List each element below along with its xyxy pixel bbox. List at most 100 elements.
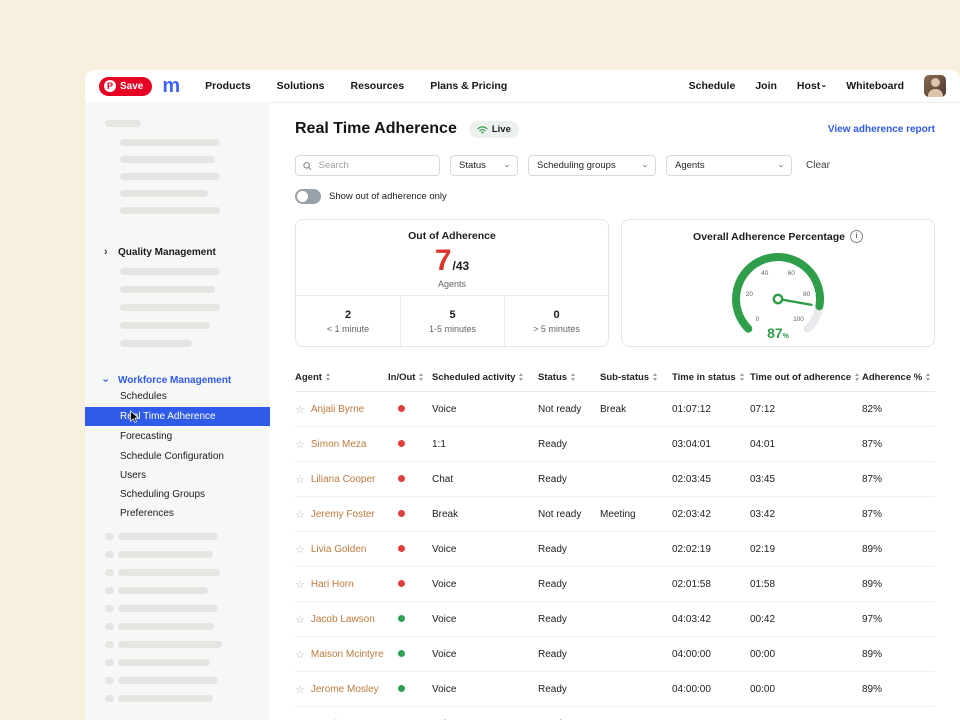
cell-time-in: 04:00:00 xyxy=(672,649,750,660)
column-header-label: Adherence % xyxy=(862,372,922,383)
out-of-adherence-unit: Agents xyxy=(296,279,608,289)
agent-name-link[interactable]: Livia Golden xyxy=(311,544,367,555)
cell-adherence: 87% xyxy=(862,509,935,520)
inout-status-dot xyxy=(398,615,405,622)
star-icon[interactable]: ☆ xyxy=(295,438,305,451)
inout-status-dot xyxy=(398,650,405,657)
cell-time-out: 07:12 xyxy=(750,404,862,415)
main-content: Real Time Adherence Live View adherence … xyxy=(270,102,960,720)
cell-adherence: 97% xyxy=(862,614,935,625)
star-icon[interactable]: ☆ xyxy=(295,473,305,486)
sidebar-item-schedule-configuration[interactable]: Schedule Configuration xyxy=(85,447,270,466)
out-of-adherence-count-row: 7 /43 xyxy=(296,246,608,276)
column-header-time-in-status[interactable]: Time in status xyxy=(672,372,750,383)
skeleton-bar xyxy=(105,623,114,630)
column-header-scheduled-activity[interactable]: Scheduled activity xyxy=(432,372,538,383)
table-row: ☆Jerome MosleyVoiceReady04:00:0000:0089% xyxy=(295,672,935,707)
toggle-knob xyxy=(297,191,308,202)
cell-agent: ☆ Maison Mcintyre xyxy=(295,648,388,661)
gauge-tick-label: 100 xyxy=(793,316,804,323)
cell-time-out: 00:00 xyxy=(750,684,862,695)
star-icon[interactable]: ☆ xyxy=(295,543,305,556)
skeleton-bar xyxy=(105,641,114,648)
agent-name-link[interactable]: Jacob Lawson xyxy=(311,614,375,625)
table-row: ☆Jacob LawsonVoiceReady04:03:4200:4297% xyxy=(295,602,935,637)
star-icon[interactable]: ☆ xyxy=(295,683,305,696)
nav-schedule[interactable]: Schedule xyxy=(689,80,736,92)
avatar[interactable] xyxy=(924,75,946,97)
search-input[interactable] xyxy=(317,159,432,172)
skeleton-bar xyxy=(105,605,114,612)
sidebar-section-label: Workforce Management xyxy=(118,375,231,386)
star-icon[interactable]: ☆ xyxy=(295,403,305,416)
sidebar-item-preferences[interactable]: Preferences xyxy=(85,504,270,523)
column-header-in-out[interactable]: In/Out xyxy=(388,372,432,383)
star-icon[interactable]: ☆ xyxy=(295,648,305,661)
nav-solutions[interactable]: Solutions xyxy=(277,80,325,92)
agent-name-link[interactable]: Jeremy Foster xyxy=(311,509,375,520)
agent-name-link[interactable]: Anjali Byrne xyxy=(311,404,364,415)
sidebar-item-real-time-adherence[interactable]: Real Time Adherence xyxy=(85,407,270,426)
status-select[interactable]: Status › xyxy=(450,155,518,176)
agent-name-link[interactable]: Simon Meza xyxy=(311,439,367,450)
cell-in-out xyxy=(388,649,432,660)
toggle-label: Show out of adherence only xyxy=(329,191,447,202)
skeleton-bar xyxy=(118,569,220,576)
sidebar-section-label: Quality Management xyxy=(118,247,216,258)
column-header-adherence[interactable]: Adherence % xyxy=(862,372,935,383)
title-row: Real Time Adherence Live View adherence … xyxy=(295,118,935,140)
out-of-adherence-count: 7 xyxy=(435,246,452,276)
nav-products[interactable]: Products xyxy=(205,80,251,92)
cell-status: Ready xyxy=(538,649,600,660)
adherence-table: AgentIn/Out Scheduled activityStatusSub-s… xyxy=(295,363,935,720)
clear-filters-button[interactable]: Clear xyxy=(806,160,830,171)
star-icon[interactable]: ☆ xyxy=(295,613,305,626)
agent-name-link[interactable]: Maison Mcintyre xyxy=(311,649,384,660)
cell-time-in: 02:01:58 xyxy=(672,579,750,590)
sidebar-item-forecasting[interactable]: Forecasting xyxy=(85,427,270,446)
info-icon[interactable]: i xyxy=(850,230,863,243)
cell-agent: ☆ Livia Golden xyxy=(295,543,388,556)
view-adherence-report-link[interactable]: View adherence report xyxy=(828,124,935,135)
breakdown-value: 2 xyxy=(345,309,351,321)
out-of-adherence-toggle[interactable] xyxy=(295,189,321,204)
star-icon[interactable]: ☆ xyxy=(295,578,305,591)
gauge-value: 87% xyxy=(767,325,790,341)
nav-host[interactable]: Host› xyxy=(797,80,826,92)
agents-select[interactable]: Agents › xyxy=(666,155,792,176)
column-header-sub-status[interactable]: Sub-status xyxy=(600,372,672,383)
column-header-time-out-of-adherence[interactable]: Time out of adherence xyxy=(750,372,862,383)
nav-plans-pricing[interactable]: Plans & Pricing xyxy=(430,80,507,92)
skeleton-bar xyxy=(118,695,213,702)
nav-join[interactable]: Join xyxy=(755,80,777,92)
agent-name-link[interactable]: Liliana Cooper xyxy=(311,474,376,485)
scheduling-groups-select[interactable]: Scheduling groups › xyxy=(528,155,656,176)
sidebar-item-scheduling-groups[interactable]: Scheduling Groups xyxy=(85,485,270,504)
breakdown-label: > 5 minutes xyxy=(533,324,580,334)
sidebar-item-quality-management[interactable]: › Quality Management xyxy=(85,244,270,260)
gauge-tick-label: 40 xyxy=(761,270,769,277)
column-header-label: In/Out xyxy=(388,372,415,383)
nav-left: Products Solutions Resources Plans & Pri… xyxy=(205,80,507,92)
gauge-tick-label: 20 xyxy=(746,291,754,298)
cell-activity: Voice xyxy=(432,614,538,625)
inout-status-dot xyxy=(398,545,405,552)
table-row: ☆Jeremy FosterBreakNot readyMeeting02:03… xyxy=(295,497,935,532)
skeleton-bar xyxy=(120,322,210,329)
star-icon[interactable]: ☆ xyxy=(295,508,305,521)
agent-name-link[interactable]: Hari Horn xyxy=(311,579,354,590)
nav-resources[interactable]: Resources xyxy=(351,80,405,92)
column-header-status[interactable]: Status xyxy=(538,372,600,383)
chevron-down-icon: › xyxy=(820,85,830,88)
skeleton-bar xyxy=(105,659,114,666)
pinterest-save-button[interactable]: P Save xyxy=(99,77,152,96)
miro-logo[interactable]: m xyxy=(162,76,179,96)
column-header-agent[interactable]: Agent xyxy=(295,372,388,383)
agent-name-link[interactable]: Jerome Mosley xyxy=(311,684,379,695)
nav-whiteboard[interactable]: Whiteboard xyxy=(846,80,904,92)
skeleton-bar xyxy=(105,587,114,594)
sidebar-item-users[interactable]: Users xyxy=(85,466,270,485)
sidebar-item-schedules[interactable]: Schedules xyxy=(85,387,270,406)
cell-agent: ☆ Jerome Mosley xyxy=(295,683,388,696)
sidebar-item-workforce-management[interactable]: › Workforce Management xyxy=(85,372,270,388)
